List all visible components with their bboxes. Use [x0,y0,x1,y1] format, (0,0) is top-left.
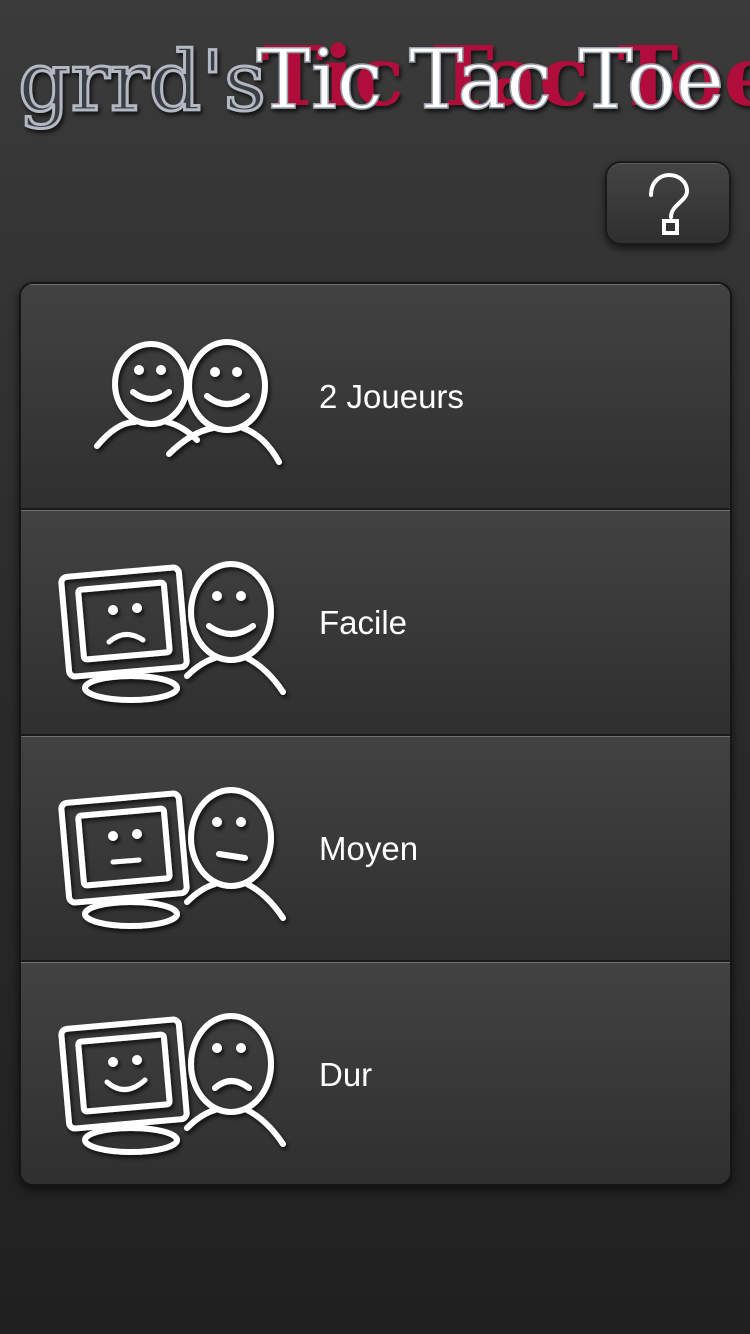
title-grrds: grrd's [18,35,266,130]
computer-easy-icon [58,561,286,703]
computer-medium-icon [58,787,286,929]
menu-item-label: Moyen [319,830,419,867]
menu-item-hard[interactable]: Dur [21,962,730,1184]
menu-item-easy[interactable]: Facile [21,510,730,736]
game-mode-menu: 2 Joueurs Facile Moyen Dur [19,282,732,1186]
computer-hard-icon [58,1013,286,1155]
menu-item-label: Dur [319,1056,373,1093]
question-mark-icon [649,173,689,235]
menu-item-label: 2 Joueurs [319,378,464,415]
menu-item-two-players[interactable]: 2 Joueurs [21,284,730,510]
menu-item-label: Facile [319,604,408,641]
title-tictactoe: Tic Tac Toe [256,33,724,128]
help-button[interactable] [605,161,731,245]
menu-item-medium[interactable]: Moyen [21,736,730,962]
two-players-icon [94,339,282,465]
app-title: grrd's Tic Tac Toe Tic Tac Toe [17,29,750,132]
